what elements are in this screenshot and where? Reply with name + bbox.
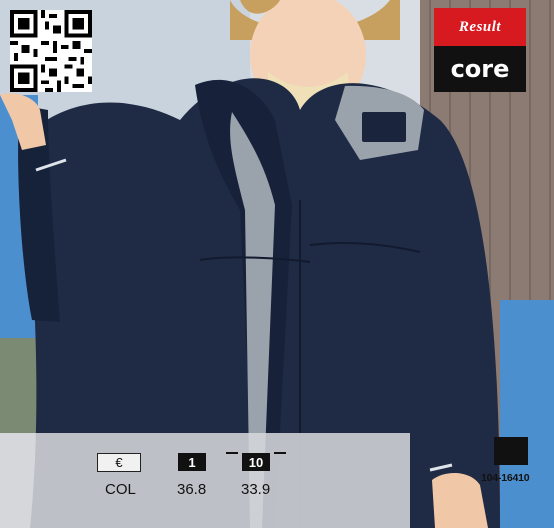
qr-code-icon (10, 10, 92, 92)
quantity-tier-10-badge: 10 (242, 453, 270, 471)
result-core-logo: Result core (434, 8, 526, 92)
color-swatch-icon (494, 437, 528, 465)
product-code: 104-16410 (481, 472, 530, 484)
currency-symbol-box: € (97, 453, 141, 472)
quantity-tier-divider-right (274, 452, 286, 454)
currency-code-label: COL (105, 481, 136, 498)
brand-result-text: Result (434, 8, 526, 46)
price-tier-10: 33.9 (241, 481, 271, 498)
price-tier-1: 36.8 (177, 481, 207, 498)
product-card: Result core € 1 10 COL 36.8 33.9 104-164… (0, 0, 554, 528)
quantity-tier-1-badge: 1 (178, 453, 206, 471)
brand-core-text: core (434, 46, 526, 92)
quantity-tier-divider-left (226, 452, 238, 454)
